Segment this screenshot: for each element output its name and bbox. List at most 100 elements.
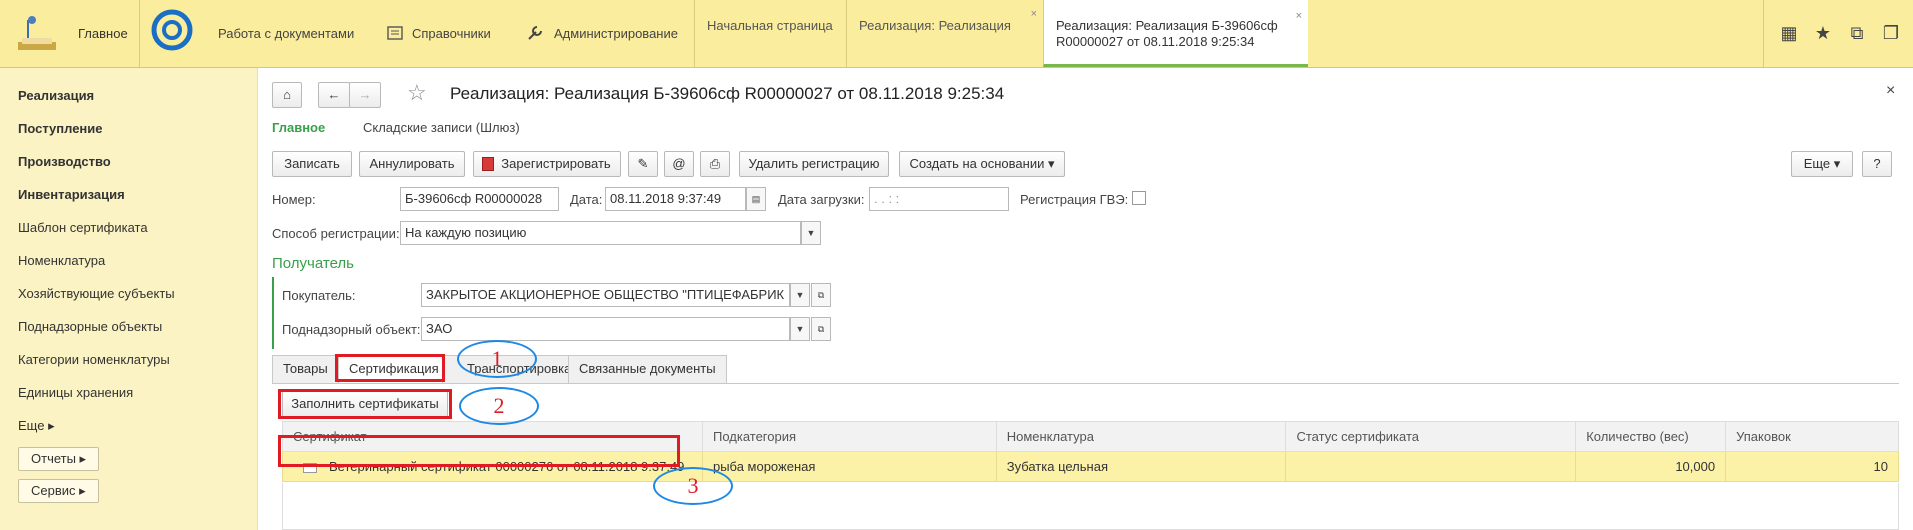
tab-sales-list-label: Реализация: Реализация	[859, 18, 1011, 33]
sidebar-item-sales[interactable]: Реализация	[18, 88, 94, 103]
tab-start-page-label: Начальная страница	[707, 18, 833, 33]
chevron-down-icon[interactable]: ▼	[790, 317, 810, 341]
column-header[interactable]: Количество (вес)	[1575, 421, 1727, 452]
annotation-2: 2	[459, 387, 539, 425]
list-icon	[387, 26, 403, 40]
service-button[interactable]: Сервис ▸	[18, 479, 99, 503]
section-documents[interactable]: Работа с документами	[150, 0, 354, 67]
object-label: Поднадзорный объект:	[282, 322, 421, 337]
sidebar-item-more[interactable]: Еще ▸	[18, 418, 55, 434]
sidebar-item-categories[interactable]: Категории номенклатуры	[18, 352, 170, 367]
column-header[interactable]: Упаковок	[1725, 421, 1899, 452]
circle-logo-icon	[151, 9, 193, 51]
section-references-label: Справочники	[412, 26, 491, 41]
tab-start-page[interactable]: Начальная страница	[694, 0, 846, 67]
date-field[interactable]: 08.11.2018 9:37:49	[605, 187, 746, 211]
recipient-heading: Получатель	[272, 255, 354, 272]
open-link-icon[interactable]: ⧉	[811, 283, 831, 307]
wrench-icon	[528, 26, 542, 40]
chevron-down-icon[interactable]: ▼	[801, 221, 821, 245]
sidebar-item-receipts[interactable]: Поступление	[18, 121, 103, 136]
calendar-icon[interactable]: ▤	[746, 187, 766, 211]
email-button[interactable]: @	[664, 151, 694, 177]
column-header[interactable]: Подкатегория	[701, 421, 997, 452]
register-button[interactable]: Зарегистрировать	[473, 151, 621, 177]
sidebar-item-storage-units[interactable]: Единицы хранения	[18, 385, 133, 400]
register-button-label: Зарегистрировать	[501, 156, 611, 171]
table-cell[interactable]: 10	[1725, 451, 1899, 482]
create-based-on-button[interactable]: Создать на основании ▾	[899, 151, 1065, 177]
gve-checkbox[interactable]	[1132, 191, 1146, 205]
reg-method-label: Способ регистрации:	[272, 226, 400, 241]
sidebar-item-supervised-objects[interactable]: Поднадзорные объекты	[18, 319, 162, 334]
tab-sales-document-line1: Реализация: Реализация Б-39606сф	[1056, 18, 1278, 33]
date-label: Дата:	[570, 192, 603, 207]
tab-sales-document[interactable]: Реализация: Реализация Б-39606сф R000000…	[1043, 0, 1308, 67]
recipient-group-marker	[272, 277, 274, 349]
annotation-3: 3	[653, 467, 733, 505]
sidebar-item-nomenclature[interactable]: Номенклатура	[18, 253, 105, 268]
object-field[interactable]: ЗАО	[421, 317, 790, 341]
buyer-field[interactable]: ЗАКРЫТОЕ АКЦИОНЕРНОЕ ОБЩЕСТВО "ПТИЦЕФАБР…	[421, 283, 790, 307]
forward-icon[interactable]: →	[349, 82, 381, 108]
star-icon[interactable]: ★	[1812, 22, 1834, 44]
subnav-main[interactable]: Главное	[272, 120, 325, 135]
load-date-label: Дата загрузки:	[778, 192, 865, 207]
subnav-warehouse-records[interactable]: Складские записи (Шлюз)	[363, 120, 520, 135]
table-cell[interactable]: Зубатка цельная	[995, 451, 1287, 482]
tab-sales-document-line2: R00000027 от 08.11.2018 9:25:34	[1056, 34, 1255, 49]
save-button[interactable]: Записать	[272, 151, 352, 177]
close-form-icon[interactable]: ×	[1886, 82, 1895, 100]
tab-sales-list[interactable]: Реализация: Реализация ×	[846, 0, 1043, 67]
tab-close-icon[interactable]: ×	[1031, 8, 1037, 20]
home-label: Главное	[78, 26, 128, 41]
sidebar: Реализация Поступление Производство Инве…	[0, 68, 258, 530]
table-cell[interactable]: рыба мороженая	[701, 451, 997, 482]
load-date-field[interactable]: . . : :	[869, 187, 1009, 211]
annotation-1: 1	[457, 340, 537, 378]
home-section[interactable]: Главное	[0, 0, 140, 67]
restore-icon[interactable]: ❐	[1880, 22, 1902, 44]
buyer-label: Покупатель:	[282, 288, 356, 303]
table-cell[interactable]	[1285, 451, 1577, 482]
column-header[interactable]: Номенклатура	[995, 421, 1287, 452]
sidebar-item-production[interactable]: Производство	[18, 154, 111, 169]
more-button[interactable]: Еще ▾	[1791, 151, 1853, 177]
number-label: Номер:	[272, 192, 316, 207]
section-admin[interactable]: Администрирование	[522, 0, 682, 67]
column-header[interactable]: Статус сертификата	[1285, 421, 1577, 452]
highlight-marker	[278, 389, 452, 419]
reg-method-select[interactable]: На каждую позицию	[400, 221, 801, 245]
tab-related-docs[interactable]: Связанные документы	[568, 355, 727, 383]
home-icon[interactable]: ⌂	[272, 82, 302, 108]
tabs-divider	[272, 383, 1899, 384]
tab-close-icon[interactable]: ×	[1296, 8, 1302, 24]
chevron-down-icon[interactable]: ▼	[790, 283, 810, 307]
page-title: Реализация: Реализация Б-39606сф R000000…	[450, 84, 1005, 103]
tab-goods[interactable]: Товары	[272, 355, 339, 383]
table-cell[interactable]: 10,000	[1575, 451, 1727, 482]
sidebar-item-inventory[interactable]: Инвентаризация	[18, 187, 125, 202]
section-admin-label: Администрирование	[554, 26, 678, 41]
print-icon[interactable]: ⎙	[700, 151, 730, 177]
reports-button[interactable]: Отчеты ▸	[18, 447, 100, 471]
number-field[interactable]: Б-39606сф R00000028	[400, 187, 559, 211]
section-references[interactable]: Справочники	[382, 0, 502, 67]
sign-icon[interactable]: ✎	[628, 151, 658, 177]
cube-icon	[482, 157, 494, 171]
grid-icon[interactable]: ▦	[1778, 22, 1800, 44]
open-link-icon[interactable]: ⧉	[811, 317, 831, 341]
back-icon[interactable]: ←	[318, 82, 350, 108]
section-documents-label: Работа с документами	[218, 26, 355, 41]
sidebar-item-business-entities[interactable]: Хозяйствующие субъекты	[18, 286, 175, 301]
help-button[interactable]: ?	[1862, 151, 1892, 177]
desk-lamp-icon	[18, 16, 56, 50]
table-empty-area	[282, 483, 1899, 530]
top-right-tools: ▦ ★ ⧉ ❐	[1763, 0, 1913, 67]
remove-registration-button[interactable]: Удалить регистрацию	[739, 151, 889, 177]
sidebar-item-cert-template[interactable]: Шаблон сертификата	[18, 220, 148, 235]
favorite-star-icon[interactable]: ☆	[407, 80, 427, 106]
history-icon[interactable]: ⧉	[1846, 22, 1868, 44]
document-form: ⌂ ← → ☆ Реализация: Реализация Б-39606сф…	[259, 68, 1913, 530]
annul-button[interactable]: Аннулировать	[359, 151, 465, 177]
